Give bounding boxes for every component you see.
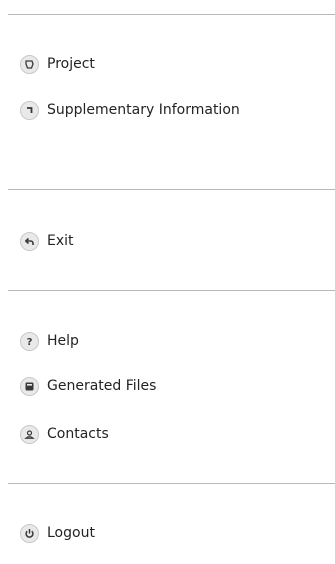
supplementary-info-icon xyxy=(20,100,39,120)
menu-item-exit[interactable]: Exit xyxy=(20,229,74,253)
menu-item-label: Logout xyxy=(47,525,95,541)
divider-top xyxy=(8,14,335,15)
menu-item-label: Contacts xyxy=(47,426,109,442)
divider-3 xyxy=(8,483,335,484)
menu-item-generated-files[interactable]: Generated Files xyxy=(20,374,156,398)
menu-item-label: Project xyxy=(47,56,95,72)
menu-item-logout[interactable]: Logout xyxy=(20,521,95,545)
contacts-icon xyxy=(20,424,39,444)
menu-item-project[interactable]: Project xyxy=(20,52,95,76)
exit-icon xyxy=(20,231,39,251)
menu-item-label: Help xyxy=(47,333,79,349)
menu-item-contacts[interactable]: Contacts xyxy=(20,422,109,446)
menu-item-label: Supplementary Information xyxy=(47,102,240,118)
menu-item-label: Exit xyxy=(47,233,74,249)
divider-1 xyxy=(8,189,335,190)
help-icon: ? xyxy=(20,331,39,351)
logout-icon xyxy=(20,523,39,543)
menu-item-supplementary-information[interactable]: Supplementary Information xyxy=(20,98,240,122)
divider-2 xyxy=(8,290,335,291)
generated-files-icon xyxy=(20,376,39,396)
menu-item-label: Generated Files xyxy=(47,378,157,394)
project-icon xyxy=(20,54,39,74)
svg-text:?: ? xyxy=(27,337,33,347)
menu-item-help[interactable]: ? Help xyxy=(20,329,79,353)
